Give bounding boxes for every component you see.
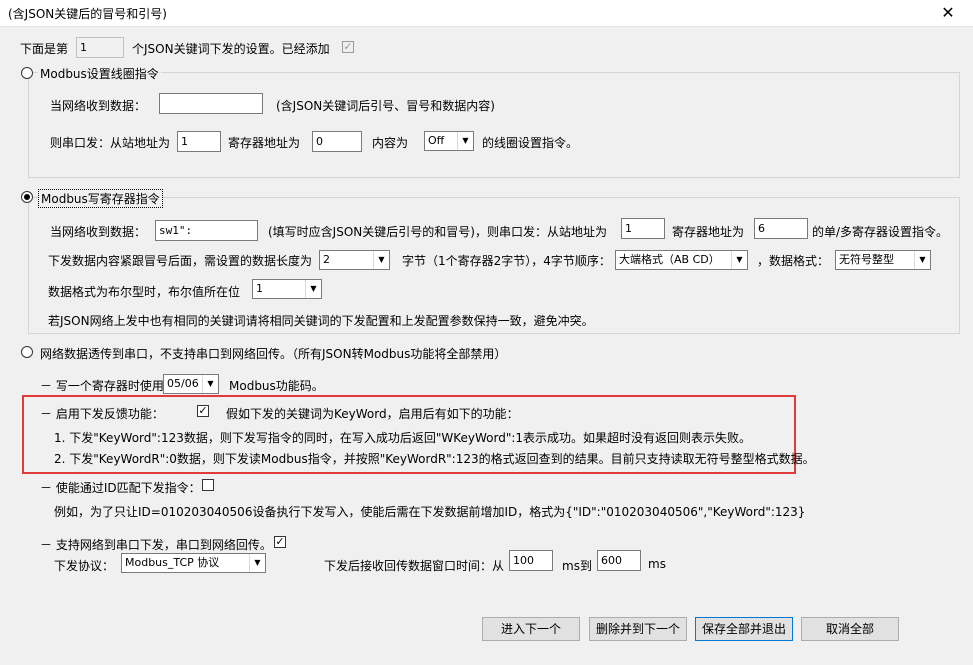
wr-recv-hint: (填写时应含JSON关键后引号的和冒号)，则串口发：从站地址为	[268, 225, 607, 239]
delete-next-button[interactable]: 删除并到下一个	[589, 617, 687, 641]
header-prefix: 下面是第	[20, 42, 69, 56]
wr-reg-input[interactable]: 6	[754, 218, 808, 239]
chevron-down-icon: ▼	[373, 251, 389, 269]
protocol-select[interactable]: Modbus_TCP 协议 ▼	[121, 553, 266, 573]
coil-radio[interactable]	[21, 67, 33, 79]
wr-recv-label: 当网络收到数据：	[50, 225, 147, 239]
feedback-line-2: 2. 下发"KeyWordR":0数据，则下发读Modbus指令，并按照"Key…	[54, 452, 815, 466]
func-code-select[interactable]: 05/06 ▼	[163, 374, 219, 394]
protocol-value: Modbus_TCP 协议	[125, 556, 220, 569]
net-serial-label: － 支持网络到串口下发，串口到网络回传。	[40, 538, 272, 552]
feedback-label: － 启用下发反馈功能：	[40, 407, 164, 421]
chevron-down-icon: ▼	[914, 251, 930, 269]
coil-content-select[interactable]: Off ▼	[424, 131, 474, 151]
id-match-example: 例如，为了只让ID=010203040506设备执行下发写入，使能后需在下发数据…	[54, 505, 806, 519]
chevron-down-icon: ▼	[457, 132, 473, 150]
coil-recv-input[interactable]	[159, 93, 263, 114]
coil-label: Modbus设置线圈指令	[38, 65, 161, 82]
chevron-down-icon: ▼	[305, 280, 321, 298]
ms-to-label: ms到	[562, 559, 592, 573]
coil-slave-input[interactable]: 1	[177, 131, 221, 152]
transparent-label: 网络数据透传到串口，不支持串口到网络回传。（所有JSON转Modbus功能将全部…	[40, 347, 507, 361]
wr-reg-tail: 的单/多寄存器设置指令。	[812, 225, 949, 239]
added-checkbox: ✓	[342, 40, 354, 53]
func-code-label: － 写一个寄存器时使用	[40, 379, 164, 393]
wr-bool-label: 数据格式为布尔型时，布尔值所在位	[48, 285, 241, 299]
feedback-checkbox[interactable]: ✓	[197, 405, 209, 417]
wr-reg-label: 寄存器地址为	[672, 225, 745, 239]
header-suffix: 个JSON关键词下发的设置。已经添加	[132, 42, 330, 56]
wr-recv-input[interactable]: sw1":	[155, 220, 258, 241]
wr-len-value: 2	[323, 253, 330, 266]
window-to-input[interactable]: 600	[597, 550, 641, 571]
title-bar: (含JSON关键后的冒号和引号) ✕	[0, 0, 973, 27]
chevron-down-icon: ▼	[202, 375, 218, 393]
next-button[interactable]: 进入下一个	[482, 617, 580, 641]
window-title: (含JSON关键后的冒号和引号)	[8, 7, 167, 21]
id-match-checkbox[interactable]	[202, 479, 214, 491]
id-match-label: － 使能通过ID匹配下发指令：	[40, 481, 201, 495]
window-from-input[interactable]: 100	[509, 550, 553, 571]
coil-content-value: Off	[428, 134, 445, 147]
wr-fmt-select[interactable]: 无符号整型 ▼	[835, 250, 931, 270]
func-code-value: 05/06	[167, 377, 199, 390]
cancel-button[interactable]: 取消全部	[801, 617, 899, 641]
coil-content-label: 内容为	[372, 136, 409, 150]
ms-label: ms	[648, 557, 666, 571]
wr-note: 若JSON网络上发中也有相同的关键词请将相同关键词的下发配置和上发配置参数保持一…	[48, 314, 594, 328]
coil-reg-input[interactable]: 0	[312, 131, 362, 152]
close-icon[interactable]: ✕	[937, 2, 959, 24]
wr-byte-label: 字节（1个寄存器2字节），4字节顺序：	[402, 254, 611, 268]
wr-fmt-label: ，数据格式：	[757, 254, 830, 268]
wr-bool-value: 1	[256, 282, 263, 295]
protocol-label: 下发协议：	[54, 559, 115, 573]
func-code-tail: Modbus功能码。	[229, 379, 324, 393]
write-reg-radio[interactable]	[21, 191, 33, 203]
feedback-line-1: 1. 下发"KeyWord":123数据，则下发写指令的同时，在写入成功后返回"…	[54, 431, 752, 445]
wr-fmt-value: 无符号整型	[839, 253, 894, 266]
feedback-desc: 假如下发的关键词为KeyWord，启用后有如下的功能：	[226, 407, 519, 421]
coil-recv-hint: (含JSON关键词后引号、冒号和数据内容)	[276, 99, 495, 113]
wr-len-select[interactable]: 2 ▼	[319, 250, 390, 270]
window-time-label: 下发后接收回传数据窗口时间：从	[324, 559, 505, 573]
wr-order-value: 大端格式（AB CD）	[619, 253, 720, 266]
chevron-down-icon: ▼	[249, 554, 265, 572]
wr-order-select[interactable]: 大端格式（AB CD） ▼	[615, 250, 748, 270]
write-reg-label: Modbus写寄存器指令	[38, 189, 163, 208]
net-serial-checkbox[interactable]: ✓	[274, 536, 286, 548]
coil-tail: 的线圈设置指令。	[482, 136, 579, 150]
wr-bool-select[interactable]: 1 ▼	[252, 279, 322, 299]
wr-len-label: 下发数据内容紧跟冒号后面，需设置的数据长度为	[48, 254, 313, 268]
chevron-down-icon: ▼	[731, 251, 747, 269]
wr-slave-input[interactable]: 1	[621, 218, 665, 239]
keyword-index-field: 1	[76, 37, 124, 58]
coil-group	[28, 72, 960, 178]
save-exit-button[interactable]: 保存全部并退出	[695, 617, 793, 641]
transparent-radio[interactable]	[21, 346, 33, 358]
coil-send-label: 则串口发：从站地址为	[50, 136, 171, 150]
coil-reg-label: 寄存器地址为	[228, 136, 301, 150]
coil-recv-label: 当网络收到数据：	[50, 99, 147, 113]
